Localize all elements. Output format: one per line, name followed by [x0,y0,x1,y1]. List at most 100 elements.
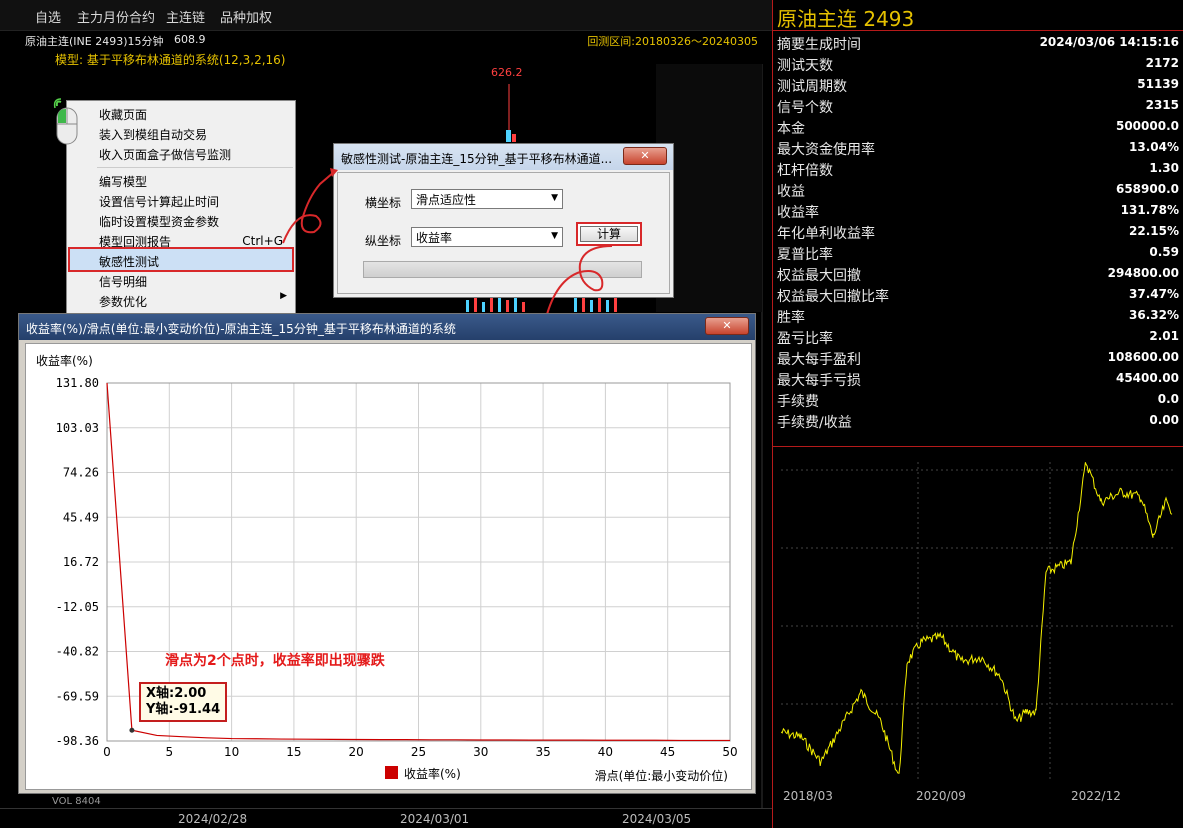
stat-key: 信号个数 [777,100,833,116]
time-tick: 2024/03/01 [400,812,470,826]
stat-value: 0.59 [1149,245,1179,259]
stat-value: 131.78% [1120,203,1179,217]
x-tick-label: 40 [598,745,613,759]
stat-key: 收益 [777,184,805,200]
stat-key: 本金 [777,121,805,137]
result-title: 收益率(%)/滑点(单位:最小变动价位)-原油主连_15分钟_基于平移布林通道的… [26,322,456,336]
y-tick-label: 131.80 [56,376,99,390]
divider [773,446,1183,447]
time-axis: 2024/02/28 2024/03/01 2024/03/05 [0,808,772,828]
close-icon[interactable]: ✕ [705,317,749,335]
stat-key: 最大资金使用率 [777,142,875,158]
y-tick-label: -40.82 [56,645,99,659]
stat-value: 22.15% [1129,224,1179,238]
stat-row: 杠杆倍数 1.30 [773,158,1183,179]
stat-value: 45400.00 [1115,371,1179,385]
divider [773,30,1183,31]
stat-value: 0.0 [1157,392,1179,406]
stats-panel: 原油主连 2493 摘要生成时间 2024/03/06 14:15:16 测试天数 2… [772,0,1183,828]
data-point [129,727,135,733]
stat-row: 本金 500000.0 [773,116,1183,137]
sensitivity-chart: 131.80 103.03 74.26 45.49 16.72 -12.05 -40.82 -… [36,353,738,783]
stat-value: 2315 [1145,98,1179,112]
y-tick-label: 16.72 [63,555,99,569]
time-tick: 2024/03/05 [622,812,692,826]
stat-row: 夏普比率 0.59 [773,242,1183,263]
stat-key: 盈亏比率 [777,331,833,347]
y-tick-label: 74.26 [63,466,99,480]
stat-row: 盈亏比率 2.01 [773,326,1183,347]
stat-key: 权益最大回撤 [777,268,861,284]
annotation-arrows [282,168,613,326]
stat-key: 最大每手亏损 [777,373,861,389]
stat-value: 36.32% [1129,308,1179,322]
result-titlebar[interactable]: 收益率(%)/滑点(单位:最小变动价位)-原油主连_15分钟_基于平移布林通道的… [19,314,755,340]
y-tick-label: 103.03 [56,421,99,435]
stat-value: 2024/03/06 14:15:16 [1039,35,1179,49]
stat-row: 胜率 36.32% [773,305,1183,326]
equity-axis-tick: 2018/03 [783,789,833,803]
stat-row: 手续费/收益 0.00 [773,410,1183,431]
stat-row: 收益率 131.78% [773,200,1183,221]
stat-key: 收益率 [777,205,819,221]
equity-line [781,462,1173,774]
stat-row: 摘要生成时间 2024/03/06 14:15:16 [773,32,1183,53]
stat-row: 收益 658900.0 [773,179,1183,200]
x-tick-label: 5 [165,745,173,759]
annotation-text: 滑点为2个点时，收益率即出现骤跌 [165,653,385,669]
stat-value: 0.00 [1149,413,1179,427]
data-tooltip: X轴:2.00 Y轴:-91.44 [139,682,228,722]
stat-key: 测试天数 [777,58,833,74]
time-tick: 2024/02/28 [178,812,248,826]
tooltip-y: Y轴:-91.44 [146,702,221,717]
legend-label: 收益率(%) [404,766,461,781]
stat-row: 最大每手盈利 108600.00 [773,347,1183,368]
stat-row: 权益最大回撤比率 37.47% [773,284,1183,305]
stat-value: 658900.0 [1115,182,1179,196]
stat-value: 2.01 [1149,329,1179,343]
stat-key: 权益最大回撤比率 [777,289,889,305]
x-tick-label: 20 [349,745,364,759]
stat-row: 信号个数 2315 [773,95,1183,116]
stats-title: 原油主连 2493 [777,7,915,31]
stat-key: 胜率 [777,310,805,326]
stat-value: 1.30 [1149,161,1179,175]
stat-row: 最大资金使用率 13.04% [773,137,1183,158]
tooltip-x: X轴:2.00 [146,686,207,701]
x-tick-label: 35 [535,745,550,759]
stat-key: 最大每手盈利 [777,352,861,368]
stat-row: 手续费 0.0 [773,389,1183,410]
stat-value: 2172 [1145,56,1179,70]
volume-label: VOL 8404 [52,796,101,807]
stat-row: 权益最大回撤 294800.00 [773,263,1183,284]
stat-key: 摘要生成时间 [777,37,861,53]
stat-row: 年化单利收益率 22.15% [773,221,1183,242]
stat-value: 500000.0 [1115,119,1179,133]
stat-key: 杠杆倍数 [777,163,833,179]
x-tick-label: 30 [473,745,488,759]
result-plot-area: 131.80 103.03 74.26 45.49 16.72 -12.05 -40.82 -… [25,343,752,790]
stat-row: 测试周期数 51139 [773,74,1183,95]
x-tick-label: 10 [224,745,239,759]
y-tick-label: 45.49 [63,510,99,524]
stat-key: 手续费/收益 [777,415,852,431]
stat-key: 测试周期数 [777,79,847,95]
x-tick-label: 15 [286,745,301,759]
result-chart-window: 收益率(%)/滑点(单位:最小变动价位)-原油主连_15分钟_基于平移布林通道的… [18,313,756,794]
stat-row: 测试天数 2172 [773,53,1183,74]
stat-key: 手续费 [777,394,819,410]
x-axis-title: 滑点(单位:最小变动价位) [595,768,728,783]
y-tick-label: -12.05 [56,600,99,614]
x-tick-label: 0 [103,745,111,759]
stat-value: 294800.00 [1107,266,1179,280]
stat-value: 108600.00 [1107,350,1179,364]
equity-curve-chart [781,462,1173,782]
stat-row: 最大每手亏损 45400.00 [773,368,1183,389]
x-tick-label: 50 [722,745,737,759]
y-tick-label: -98.36 [56,734,99,748]
legend-swatch [385,766,398,779]
equity-axis-tick: 2022/12 [1071,789,1121,803]
stat-value: 37.47% [1129,287,1179,301]
stat-key: 夏普比率 [777,247,833,263]
stat-key: 年化单利收益率 [777,226,875,242]
